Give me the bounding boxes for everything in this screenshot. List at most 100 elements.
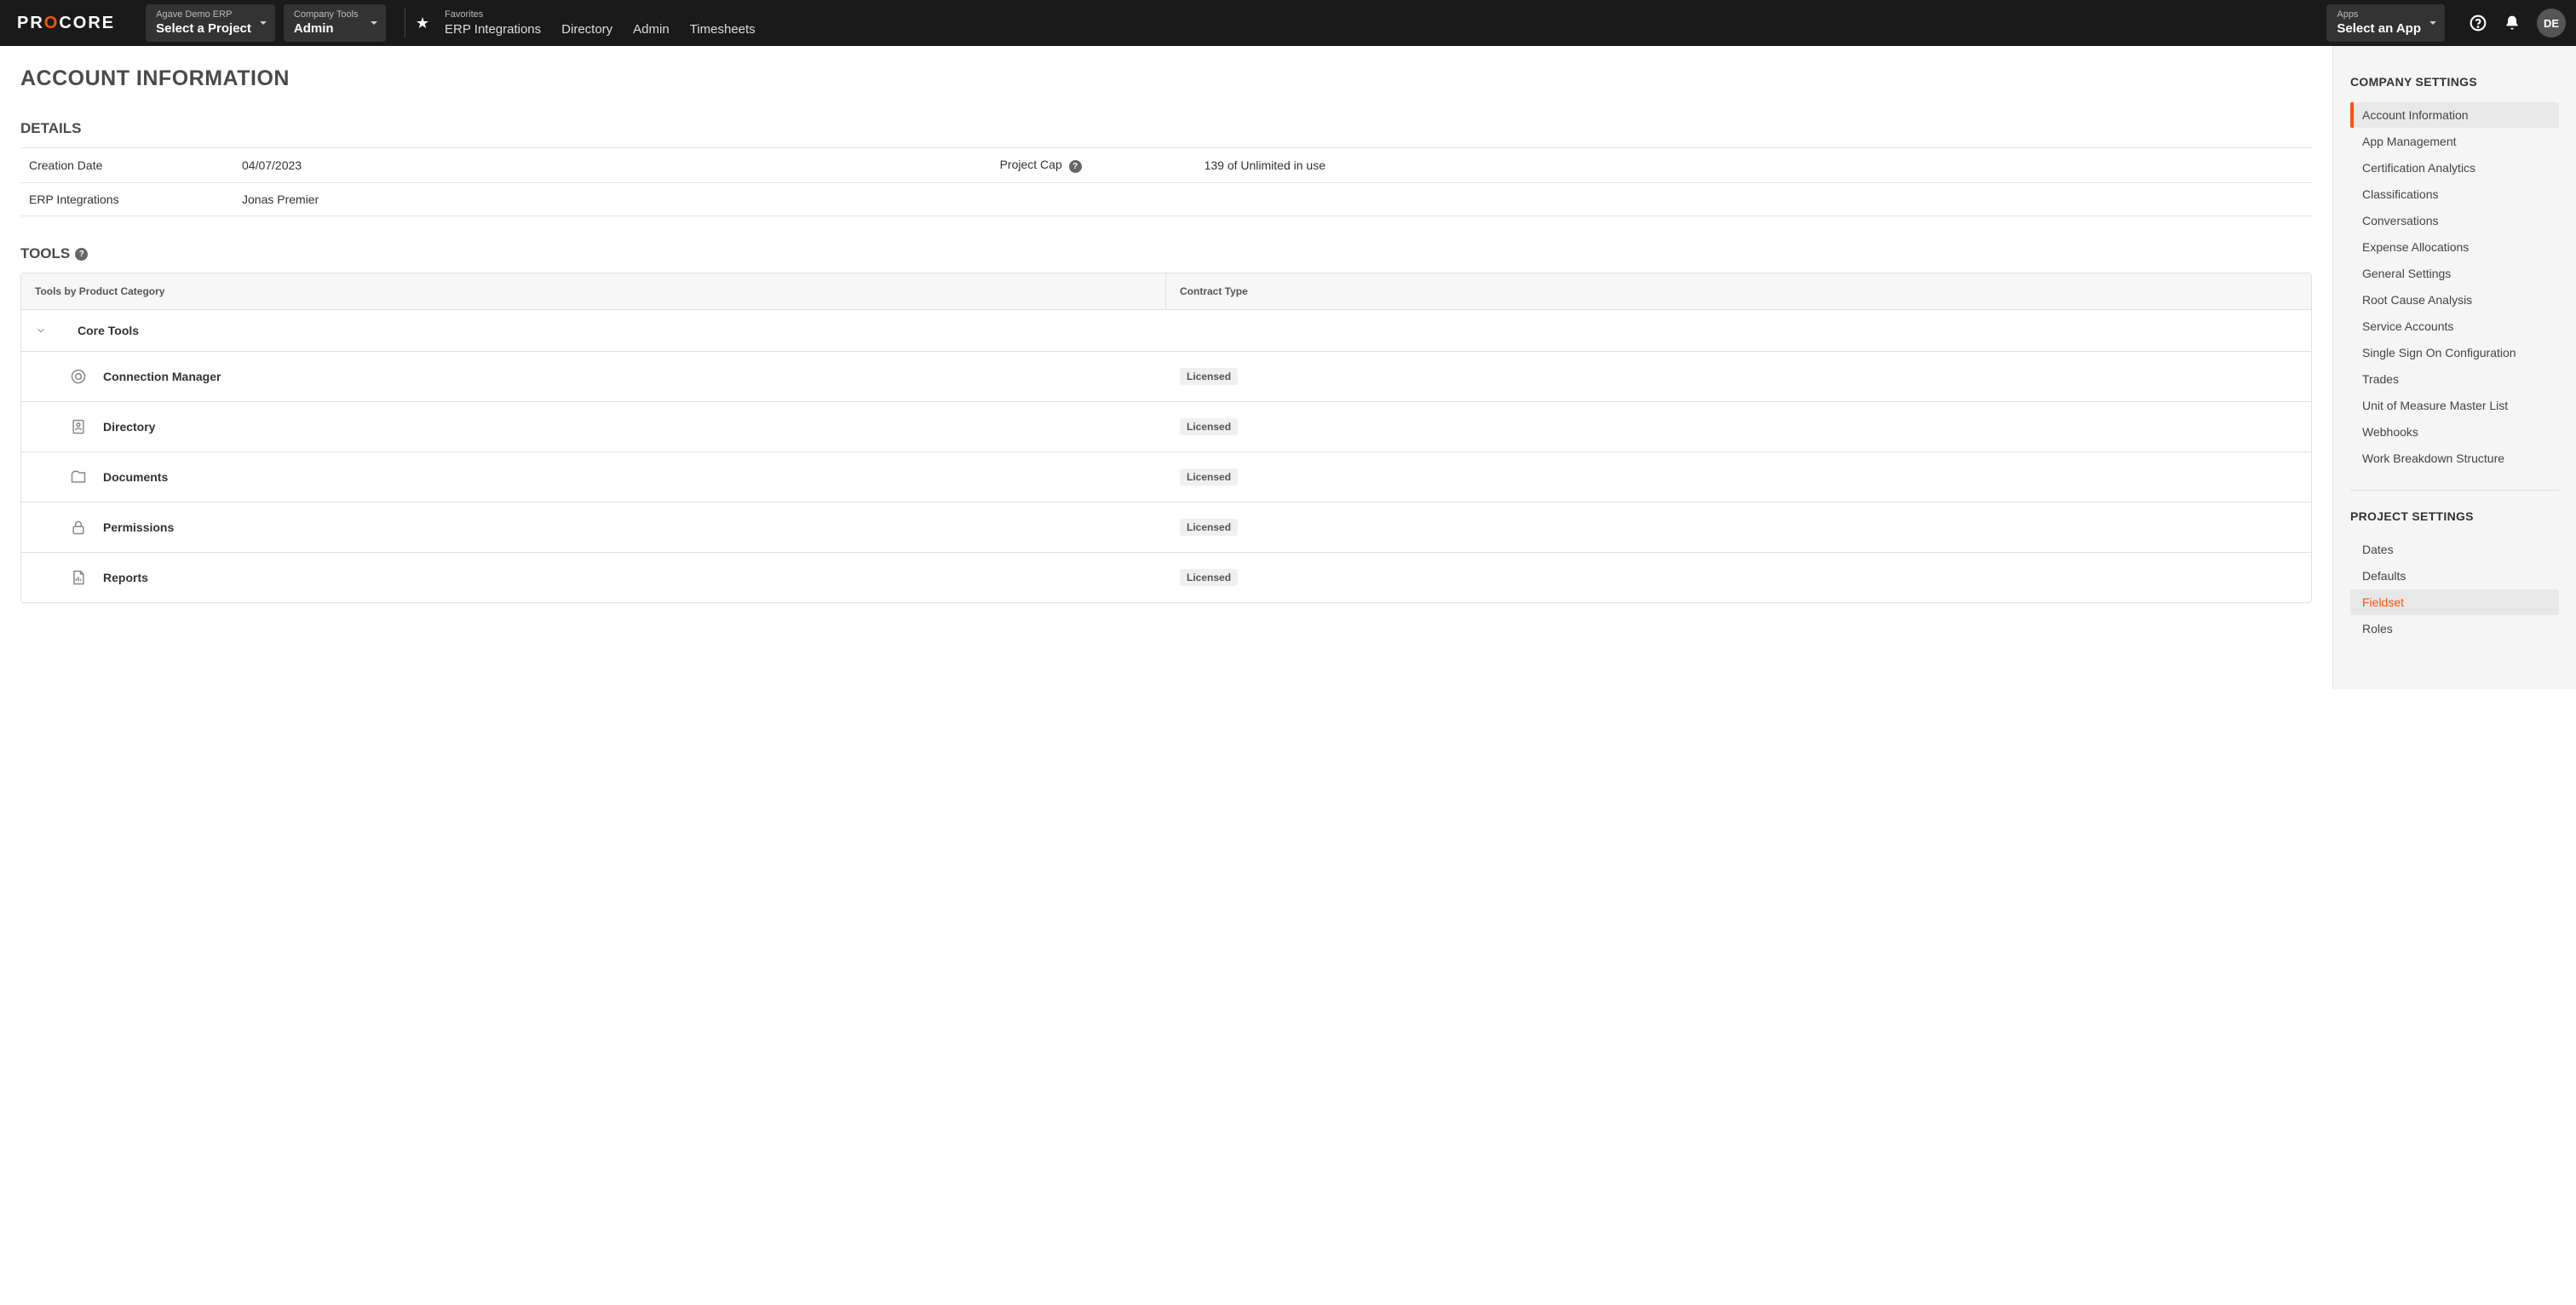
logo-text-pre: PR [17, 14, 44, 33]
chevron-down-icon [35, 325, 52, 336]
tool-cell-left: Documents [21, 452, 1166, 502]
details-table: Creation Date 04/07/2023 Project Cap ? 1… [20, 147, 2312, 216]
details-heading-text: DETAILS [20, 120, 81, 137]
sidebar-item[interactable]: Defaults [2350, 563, 2559, 589]
project-settings-list: DatesDefaultsFieldsetRoles [2350, 537, 2559, 641]
tool-cell-right: Licensed [1166, 503, 2311, 551]
tools-heading-text: TOOLS [20, 245, 70, 262]
sidebar-item[interactable]: General Settings [2350, 261, 2559, 286]
detail-value [1196, 183, 2312, 216]
company-tools-label: Company Tools [294, 9, 362, 20]
favorite-link[interactable]: Admin [633, 22, 670, 37]
detail-value: 04/07/2023 [233, 148, 992, 183]
company-tools-value: Admin [294, 21, 362, 37]
help-icon[interactable]: ? [75, 248, 88, 261]
documents-icon [69, 468, 88, 486]
permissions-icon [69, 518, 88, 537]
logo-text-post: CORE [59, 14, 115, 33]
company-settings-list: Account InformationApp ManagementCertifi… [2350, 102, 2559, 471]
top-nav: PROCORE Agave Demo ERP Select a Project … [0, 0, 2576, 46]
tool-cell-right: Licensed [1166, 453, 2311, 501]
license-badge: Licensed [1180, 418, 1238, 435]
tools-col-right: Contract Type [1166, 273, 2311, 309]
avatar[interactable]: DE [2537, 9, 2566, 37]
sidebar-item[interactable]: Roles [2350, 616, 2559, 641]
avatar-initials: DE [2544, 17, 2559, 30]
apps-selector[interactable]: Apps Select an App [2326, 4, 2445, 41]
tool-cell-left: Reports [21, 553, 1166, 602]
favorite-link[interactable]: ERP Integrations [445, 22, 541, 37]
tool-row[interactable]: Reports Licensed [21, 553, 2311, 602]
tool-row[interactable]: Permissions Licensed [21, 503, 2311, 553]
chevron-down-icon [260, 21, 267, 25]
company-settings-heading: COMPANY SETTINGS [2350, 75, 2559, 89]
sidebar-item[interactable]: Certification Analytics [2350, 155, 2559, 181]
details-row: ERP Integrations Jonas Premier [20, 183, 2312, 216]
sidebar-item[interactable]: Conversations [2350, 208, 2559, 233]
company-tools-selector[interactable]: Company Tools Admin [284, 4, 386, 41]
license-badge: Licensed [1180, 368, 1238, 385]
sidebar-item[interactable]: Single Sign On Configuration [2350, 340, 2559, 365]
help-icon[interactable] [2469, 14, 2487, 32]
detail-value: Jonas Premier [233, 183, 992, 216]
details-row: Creation Date 04/07/2023 Project Cap ? 1… [20, 148, 2312, 183]
bell-icon[interactable] [2503, 14, 2521, 32]
help-icon[interactable]: ? [1069, 160, 1082, 173]
chevron-down-icon [371, 21, 377, 25]
tool-name: Directory [103, 420, 155, 434]
tools-group-name: Core Tools [78, 324, 139, 337]
favorites-block: Favorites ERP Integrations Directory Adm… [445, 9, 756, 37]
main-content: ACCOUNT INFORMATION DETAILS Creation Dat… [0, 46, 2332, 689]
procore-logo[interactable]: PROCORE [17, 14, 115, 33]
connection-icon [69, 367, 88, 386]
favorite-link[interactable]: Directory [561, 22, 612, 37]
license-badge: Licensed [1180, 469, 1238, 486]
detail-value: 139 of Unlimited in use [1196, 148, 2312, 183]
project-selector-value: Select a Project [156, 21, 251, 37]
tool-row[interactable]: Documents Licensed [21, 452, 2311, 503]
tool-cell-left: Permissions [21, 503, 1166, 552]
license-badge: Licensed [1180, 569, 1238, 586]
tool-name: Permissions [103, 520, 174, 534]
sidebar-item[interactable]: Root Cause Analysis [2350, 287, 2559, 313]
sidebar-item[interactable]: Work Breakdown Structure [2350, 446, 2559, 471]
sidebar-item[interactable]: App Management [2350, 129, 2559, 154]
sidebar-item[interactable]: Fieldset [2350, 589, 2559, 615]
detail-label-text: Project Cap [1000, 158, 1062, 171]
tools-table: Tools by Product Category Contract Type … [20, 273, 2312, 603]
sidebar-item[interactable]: Unit of Measure Master List [2350, 393, 2559, 418]
favorite-link[interactable]: Timesheets [690, 22, 756, 37]
tool-row[interactable]: Directory Licensed [21, 402, 2311, 452]
tool-cell-left: Connection Manager [21, 352, 1166, 401]
project-selector-label: Agave Demo ERP [156, 9, 251, 20]
star-icon[interactable]: ★ [416, 14, 429, 32]
project-selector[interactable]: Agave Demo ERP Select a Project [146, 4, 275, 41]
detail-label: ERP Integrations [20, 183, 233, 216]
sidebar-item[interactable]: Dates [2350, 537, 2559, 562]
tool-cell-right: Licensed [1166, 353, 2311, 400]
sidebar-item[interactable]: Classifications [2350, 181, 2559, 207]
tools-table-header: Tools by Product Category Contract Type [21, 273, 2311, 310]
tool-name: Documents [103, 470, 168, 484]
license-badge: Licensed [1180, 519, 1238, 536]
tool-name: Reports [103, 571, 148, 584]
detail-label [992, 183, 1196, 216]
details-heading: DETAILS [20, 120, 2312, 137]
tool-name: Connection Manager [103, 370, 221, 383]
favorites-links: ERP Integrations Directory Admin Timeshe… [445, 22, 756, 37]
detail-label: Project Cap ? [992, 148, 1196, 183]
sidebar-item[interactable]: Service Accounts [2350, 313, 2559, 339]
page-title: ACCOUNT INFORMATION [20, 66, 2312, 91]
sidebar-item[interactable]: Account Information [2350, 102, 2559, 128]
tools-group-row[interactable]: Core Tools [21, 310, 2311, 352]
favorites-label: Favorites [445, 9, 756, 20]
project-settings-heading: PROJECT SETTINGS [2350, 509, 2559, 523]
tool-cell-left: Directory [21, 402, 1166, 451]
sidebar-item[interactable]: Expense Allocations [2350, 234, 2559, 260]
tool-row[interactable]: Connection Manager Licensed [21, 352, 2311, 402]
sidebar-item[interactable]: Trades [2350, 366, 2559, 392]
sidebar-item[interactable]: Webhooks [2350, 419, 2559, 445]
directory-icon [69, 417, 88, 436]
settings-sidebar: COMPANY SETTINGS Account InformationApp … [2332, 46, 2576, 689]
apps-selector-label: Apps [2337, 9, 2421, 20]
